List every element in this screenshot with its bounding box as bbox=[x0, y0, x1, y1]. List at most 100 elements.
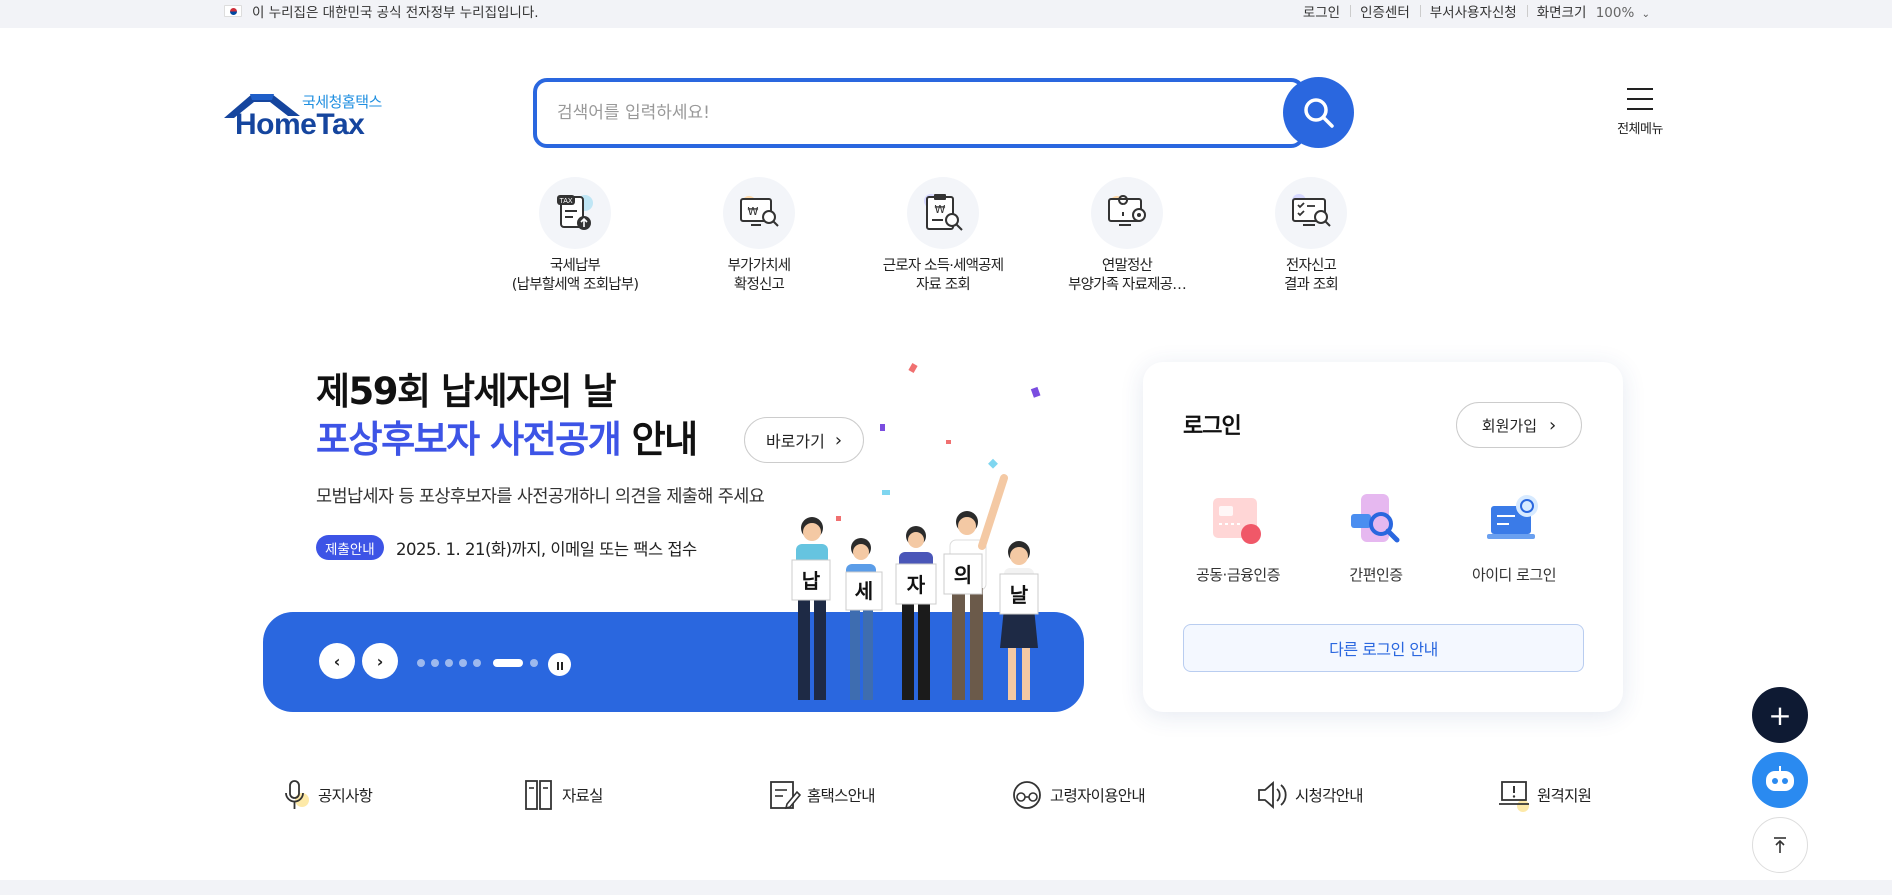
join-button[interactable]: 회원가입 › bbox=[1456, 402, 1582, 448]
id-login-label: 아이디 로그인 bbox=[1471, 566, 1557, 584]
logo-title: HomeTax bbox=[235, 108, 365, 141]
banner-title-line1: 제59회 납세자의 날 bbox=[316, 370, 617, 413]
quick-menu-vat[interactable]: ₩ 부가가치세 확정신고 bbox=[684, 177, 834, 295]
quick-menu-label: 국세납부 (납부할세액 조회납부) bbox=[511, 258, 639, 293]
banner-deadline: 2025. 1. 21(화)까지, 이메일 또는 팩스 접수 bbox=[396, 539, 697, 559]
svg-text:TAX: TAX bbox=[559, 198, 572, 205]
login-title: 로그인 bbox=[1183, 414, 1242, 439]
remote-support-label: 원격지원 bbox=[1537, 787, 1592, 805]
korea-flag-icon bbox=[224, 4, 242, 17]
pagination-dot[interactable] bbox=[445, 659, 453, 667]
banner-title-highlight: 포상후보자 사전공개 bbox=[316, 418, 622, 461]
archive-label: 자료실 bbox=[562, 787, 603, 805]
banner-title-line2: 포상후보자 사전공개 안내 bbox=[316, 416, 699, 464]
gov-notice-text: 이 누리집은 대한민국 공식 전자정부 누리집입니다. bbox=[252, 4, 539, 21]
senior-guide-link[interactable]: 고령자이용안내 bbox=[1010, 776, 1146, 814]
utility-links: 로그인 인증센터 부서사용자신청 화면크기 100% ⌄ bbox=[1293, 0, 1660, 21]
banner-next-button[interactable]: › bbox=[362, 643, 398, 679]
floating-plus-button[interactable]: + bbox=[1752, 687, 1808, 743]
banner-title: 제59회 납세자의 날 포상후보자 사전공개 안내 bbox=[316, 368, 699, 464]
chevron-right-icon: › bbox=[376, 651, 384, 671]
chatbot-icon bbox=[1766, 766, 1794, 791]
simple-auth-label: 간편인증 bbox=[1349, 566, 1403, 584]
sign-letter: 날 bbox=[1010, 583, 1029, 607]
util-dept-user-link[interactable]: 부서사용자신청 bbox=[1419, 1, 1527, 21]
sign-letter: 납 bbox=[802, 569, 821, 593]
quick-menu-year-end[interactable]: 연말정산 부양가족 자료제공… bbox=[1052, 177, 1202, 295]
quick-menu-label: 근로자 소득·세액공제 자료 조회 bbox=[882, 258, 1004, 293]
speaker-icon bbox=[1255, 778, 1289, 812]
chevron-left-icon: ‹ bbox=[333, 651, 341, 671]
search-button[interactable] bbox=[1283, 77, 1354, 148]
login-card: 로그인 회원가입 › 공동·금융인증 간편인증 아이디 로그인 다른 로그인 안… bbox=[1143, 362, 1623, 712]
banner-title-suffix: 안내 bbox=[620, 418, 699, 461]
pagination-dot[interactable] bbox=[417, 659, 425, 667]
hometax-guide-label: 홈택스안내 bbox=[807, 787, 876, 805]
zoom-control[interactable]: 화면크기 100% ⌄ bbox=[1526, 1, 1660, 21]
quick-menu-income-deduction[interactable]: ₩ 근로자 소득·세액공제 자료 조회 bbox=[868, 177, 1018, 295]
audiovisual-guide-link[interactable]: 시청각안내 bbox=[1255, 776, 1364, 814]
pagination-dot[interactable] bbox=[530, 659, 538, 667]
chatbot-button[interactable] bbox=[1752, 752, 1808, 808]
e-filing-result-icon bbox=[1275, 177, 1347, 249]
quick-menu-tax-payment[interactable]: TAX 국세납부 (납부할세액 조회납부) bbox=[500, 177, 650, 295]
pagination-dot-active[interactable] bbox=[493, 659, 523, 667]
all-menu-label: 전체메뉴 bbox=[1617, 122, 1663, 137]
footer-strip bbox=[0, 880, 1892, 895]
gov-notice: 이 누리집은 대한민국 공식 전자정부 누리집입니다. bbox=[224, 0, 539, 21]
svg-text:₩: ₩ bbox=[748, 205, 759, 218]
svg-text:₩: ₩ bbox=[935, 203, 946, 216]
other-login-button[interactable]: 다른 로그인 안내 bbox=[1183, 624, 1584, 672]
joint-certificate-label: 공동·금융인증 bbox=[1195, 566, 1281, 584]
hometax-guide-link[interactable]: 홈택스안내 bbox=[767, 776, 876, 814]
hometax-logo[interactable]: 국세청홈택스 HomeTax bbox=[222, 88, 388, 142]
quick-menu-label: 전자신고 결과 조회 bbox=[1284, 258, 1339, 293]
simple-auth-icon bbox=[1347, 492, 1405, 550]
plus-icon: + bbox=[1768, 698, 1792, 732]
senior-guide-label: 고령자이용안내 bbox=[1050, 787, 1146, 805]
submission-badge: 제출안내 bbox=[316, 535, 384, 560]
quick-menu-label: 부가가치세 확정신고 bbox=[727, 258, 792, 293]
archive-link[interactable]: 자료실 bbox=[522, 776, 603, 814]
pagination-dot[interactable] bbox=[459, 659, 467, 667]
pagination-dot[interactable] bbox=[431, 659, 439, 667]
id-login[interactable]: 아이디 로그인 bbox=[1449, 492, 1579, 585]
audiovisual-guide-label: 시청각안내 bbox=[1295, 787, 1364, 805]
zoom-value: 100% bbox=[1595, 4, 1635, 21]
chevron-right-icon: › bbox=[1549, 414, 1557, 436]
sign-letter: 세 bbox=[855, 579, 873, 603]
year-end-settlement-icon bbox=[1091, 177, 1163, 249]
search-input[interactable] bbox=[557, 96, 1207, 130]
id-login-icon bbox=[1485, 492, 1543, 550]
remote-support-link[interactable]: 원격지원 bbox=[1497, 776, 1592, 814]
pause-icon bbox=[556, 655, 564, 674]
pagination-dot[interactable] bbox=[473, 659, 481, 667]
banner-pause-button[interactable] bbox=[548, 653, 571, 676]
archive-icon bbox=[522, 778, 556, 812]
scroll-top-button[interactable] bbox=[1752, 817, 1808, 873]
sign-letter: 자 bbox=[907, 573, 926, 597]
util-cert-center-link[interactable]: 인증센터 bbox=[1350, 1, 1420, 21]
notice-label: 공지사항 bbox=[318, 787, 373, 805]
notice-link[interactable]: 공지사항 bbox=[278, 776, 373, 814]
quick-menu-label: 연말정산 부양가족 자료제공… bbox=[1068, 258, 1187, 293]
search-box bbox=[533, 78, 1305, 148]
income-deduction-icon: ₩ bbox=[907, 177, 979, 249]
util-login-link[interactable]: 로그인 bbox=[1293, 1, 1350, 21]
banner-prev-button[interactable]: ‹ bbox=[319, 643, 355, 679]
zoom-label: 화면크기 bbox=[1536, 4, 1587, 21]
banner-description: 모범납세자 등 포상후보자를 사전공개하니 의견을 제출해 주세요 bbox=[316, 487, 765, 507]
all-menu-button[interactable]: 전체메뉴 bbox=[1612, 88, 1668, 140]
join-label: 회원가입 bbox=[1481, 416, 1537, 435]
tax-payment-icon: TAX bbox=[539, 177, 611, 249]
senior-icon bbox=[1010, 778, 1044, 812]
joint-certificate-login[interactable]: 공동·금융인증 bbox=[1173, 492, 1303, 585]
microphone-icon bbox=[278, 778, 312, 812]
taxpayers-day-illustration: 납 세 자 의 날 bbox=[791, 363, 1041, 700]
simple-auth-login[interactable]: 간편인증 bbox=[1311, 492, 1441, 585]
search-icon bbox=[1303, 97, 1334, 128]
utility-bar: 이 누리집은 대한민국 공식 전자정부 누리집입니다. 로그인 인증센터 부서사… bbox=[0, 0, 1892, 28]
quick-menu-e-filing[interactable]: 전자신고 결과 조회 bbox=[1236, 177, 1386, 295]
sign-letter: 의 bbox=[954, 563, 972, 587]
guide-icon bbox=[767, 778, 802, 812]
